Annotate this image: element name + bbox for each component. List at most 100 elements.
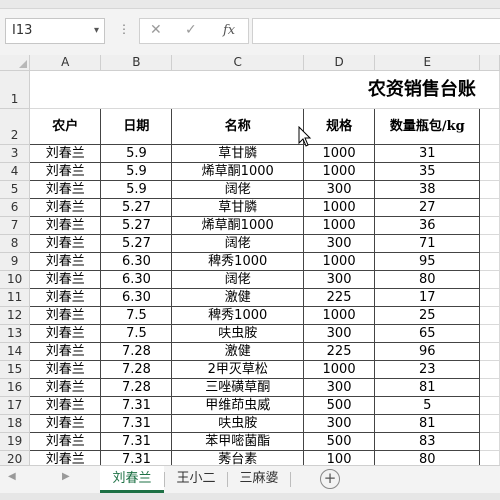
column-header-b[interactable]: B [100, 55, 173, 71]
close-icon[interactable]: ✕ [150, 22, 162, 38]
row-header[interactable]: 6 [0, 198, 31, 217]
cell[interactable] [479, 270, 500, 289]
cell-qty[interactable]: 27 [374, 198, 481, 217]
cell[interactable] [479, 414, 500, 433]
cell-name[interactable]: 稗秀1000 [171, 306, 305, 325]
column-header-c[interactable]: C [171, 55, 305, 71]
cell-qty[interactable]: 81 [374, 378, 481, 397]
cell-name[interactable]: 阔佬 [171, 270, 305, 289]
cell-farmer[interactable]: 刘春兰 [29, 162, 102, 181]
name-box[interactable]: I13 ▾ [5, 18, 105, 44]
tab-sheet-1[interactable]: 刘春兰 [100, 466, 164, 493]
cell[interactable] [479, 342, 500, 361]
cell-spec[interactable]: 300 [303, 324, 376, 343]
cell-farmer[interactable]: 刘春兰 [29, 234, 102, 253]
cell-name[interactable]: 莠台素 [171, 450, 305, 465]
cell-name[interactable]: 阔佬 [171, 234, 305, 253]
row-header[interactable]: 19 [0, 432, 31, 451]
cell-qty[interactable]: 5 [374, 396, 481, 415]
cell-qty[interactable]: 80 [374, 450, 481, 465]
cell-date[interactable]: 5.9 [100, 144, 173, 163]
triangle-left-icon[interactable]: ◀ [8, 471, 16, 482]
cell[interactable] [479, 162, 500, 181]
cell-name[interactable]: 激健 [171, 342, 305, 361]
cell-qty[interactable]: 95 [374, 252, 481, 271]
cell[interactable] [479, 108, 500, 145]
cell-date[interactable]: 5.9 [100, 162, 173, 181]
cell-spec[interactable]: 1000 [303, 252, 376, 271]
cell[interactable] [479, 144, 500, 163]
cell-farmer[interactable]: 刘春兰 [29, 396, 102, 415]
cell-farmer[interactable]: 刘春兰 [29, 378, 102, 397]
cell-date[interactable]: 5.27 [100, 234, 173, 253]
cell-qty[interactable]: 35 [374, 162, 481, 181]
cell-farmer[interactable]: 刘春兰 [29, 180, 102, 199]
cell[interactable] [479, 432, 500, 451]
row-header-2[interactable]: 2 [0, 108, 31, 145]
cell-spec[interactable]: 100 [303, 450, 376, 465]
check-icon[interactable]: ✓ [185, 22, 197, 38]
cell[interactable] [479, 288, 500, 307]
column-header-a[interactable]: A [29, 55, 102, 71]
cell-farmer[interactable]: 刘春兰 [29, 360, 102, 379]
cell-date[interactable]: 7.5 [100, 324, 173, 343]
cell[interactable] [479, 306, 500, 325]
triangle-right-icon[interactable]: ▶ [62, 471, 70, 482]
cell-qty[interactable]: 17 [374, 288, 481, 307]
sheet-title[interactable]: 农资销售台账 [29, 70, 480, 109]
cell-name[interactable]: 呋虫胺 [171, 324, 305, 343]
cell-farmer[interactable]: 刘春兰 [29, 432, 102, 451]
cell-spec[interactable]: 225 [303, 342, 376, 361]
cell-qty[interactable]: 23 [374, 360, 481, 379]
cell-name[interactable]: 甲维茚虫威 [171, 396, 305, 415]
cell-spec[interactable]: 300 [303, 414, 376, 433]
tab-sheet-2[interactable]: 王小二 [165, 466, 227, 493]
cell-date[interactable]: 6.30 [100, 288, 173, 307]
cell-date[interactable]: 5.27 [100, 216, 173, 235]
row-header[interactable]: 10 [0, 270, 31, 289]
cell-spec[interactable]: 300 [303, 270, 376, 289]
chevron-down-icon[interactable]: ▾ [94, 19, 99, 43]
cell-name[interactable]: 草甘膦 [171, 144, 305, 163]
row-header[interactable]: 5 [0, 180, 31, 199]
select-all-corner[interactable] [0, 55, 31, 71]
cell-qty[interactable]: 80 [374, 270, 481, 289]
cell-name[interactable]: 烯草酮1000 [171, 216, 305, 235]
cell-name[interactable]: 呋虫胺 [171, 414, 305, 433]
row-header[interactable]: 17 [0, 396, 31, 415]
cell[interactable] [479, 198, 500, 217]
cell-farmer[interactable]: 刘春兰 [29, 324, 102, 343]
cell-date[interactable]: 7.31 [100, 396, 173, 415]
cell-date[interactable]: 7.28 [100, 360, 173, 379]
cell-qty[interactable]: 65 [374, 324, 481, 343]
cell-spec[interactable]: 1000 [303, 162, 376, 181]
fx-icon[interactable]: fx [223, 23, 235, 38]
cell-date[interactable]: 5.27 [100, 198, 173, 217]
cell-date[interactable]: 7.28 [100, 378, 173, 397]
cell[interactable] [479, 252, 500, 271]
cell-farmer[interactable]: 刘春兰 [29, 198, 102, 217]
column-header-f[interactable] [479, 55, 500, 71]
cell-farmer[interactable]: 刘春兰 [29, 216, 102, 235]
cell-qty[interactable]: 96 [374, 342, 481, 361]
cell-qty[interactable]: 71 [374, 234, 481, 253]
cell-qty[interactable]: 81 [374, 414, 481, 433]
cell-name[interactable]: 激健 [171, 288, 305, 307]
cell-qty[interactable]: 25 [374, 306, 481, 325]
cell-farmer[interactable]: 刘春兰 [29, 342, 102, 361]
more-dots-icon[interactable]: ⋮ [118, 22, 130, 36]
cell-date[interactable]: 6.30 [100, 252, 173, 271]
row-header[interactable]: 13 [0, 324, 31, 343]
cell-name[interactable]: 2甲灭草松 [171, 360, 305, 379]
row-header[interactable]: 20 [0, 450, 31, 465]
cell[interactable] [479, 70, 500, 109]
header-farmer[interactable]: 农户 [29, 108, 102, 145]
cell-name[interactable]: 稗秀1000 [171, 252, 305, 271]
row-header[interactable]: 18 [0, 414, 31, 433]
cell-date[interactable]: 7.31 [100, 450, 173, 465]
row-header[interactable]: 7 [0, 216, 31, 235]
cell[interactable] [479, 450, 500, 465]
row-header[interactable]: 12 [0, 306, 31, 325]
cell-name[interactable]: 草甘膦 [171, 198, 305, 217]
cell[interactable] [479, 324, 500, 343]
